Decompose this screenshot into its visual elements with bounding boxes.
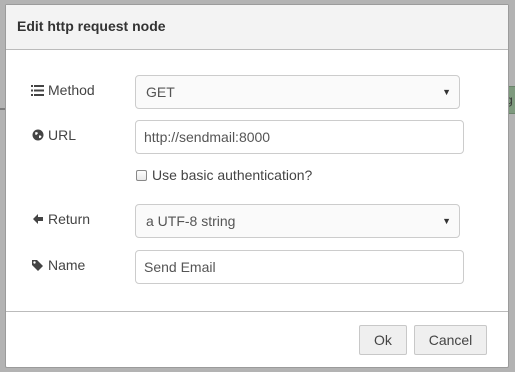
dialog-footer: Ok Cancel (6, 311, 508, 367)
url-input[interactable]: http://sendmail:8000 (135, 120, 464, 154)
method-select-value: GET (146, 84, 175, 100)
arrow-left-icon (30, 212, 45, 226)
url-input-value: http://sendmail:8000 (144, 129, 271, 145)
basic-auth-label[interactable]: Use basic authentication? (152, 167, 312, 183)
return-select[interactable]: a UTF-8 string ▼ (135, 204, 460, 238)
return-select-value: a UTF-8 string (146, 213, 236, 229)
list-icon (30, 83, 45, 97)
name-input-value: Send Email (144, 259, 216, 275)
name-label: Name (30, 257, 85, 273)
name-label-text: Name (48, 257, 86, 273)
tag-icon (30, 258, 45, 272)
url-label-text: URL (48, 127, 77, 143)
chevron-down-icon: ▼ (442, 87, 451, 97)
globe-icon (30, 128, 45, 142)
cancel-button[interactable]: Cancel (414, 325, 487, 355)
basic-auth-row: Use basic authentication? (136, 167, 312, 183)
method-select[interactable]: GET ▼ (135, 75, 460, 109)
chevron-down-icon: ▼ (442, 216, 451, 226)
ok-button[interactable]: Ok (359, 325, 407, 355)
return-label-text: Return (48, 211, 91, 227)
name-input[interactable]: Send Email (135, 250, 464, 284)
return-label: Return (30, 211, 90, 227)
editor-canvas: g Edit http request node Method GET ▼ UR… (0, 0, 515, 372)
method-label: Method (30, 82, 95, 98)
basic-auth-checkbox[interactable] (136, 169, 147, 181)
url-label: URL (30, 127, 76, 143)
method-label-text: Method (48, 82, 95, 98)
dialog-title: Edit http request node (6, 5, 508, 50)
edit-node-dialog: Edit http request node Method GET ▼ URL … (5, 4, 509, 368)
